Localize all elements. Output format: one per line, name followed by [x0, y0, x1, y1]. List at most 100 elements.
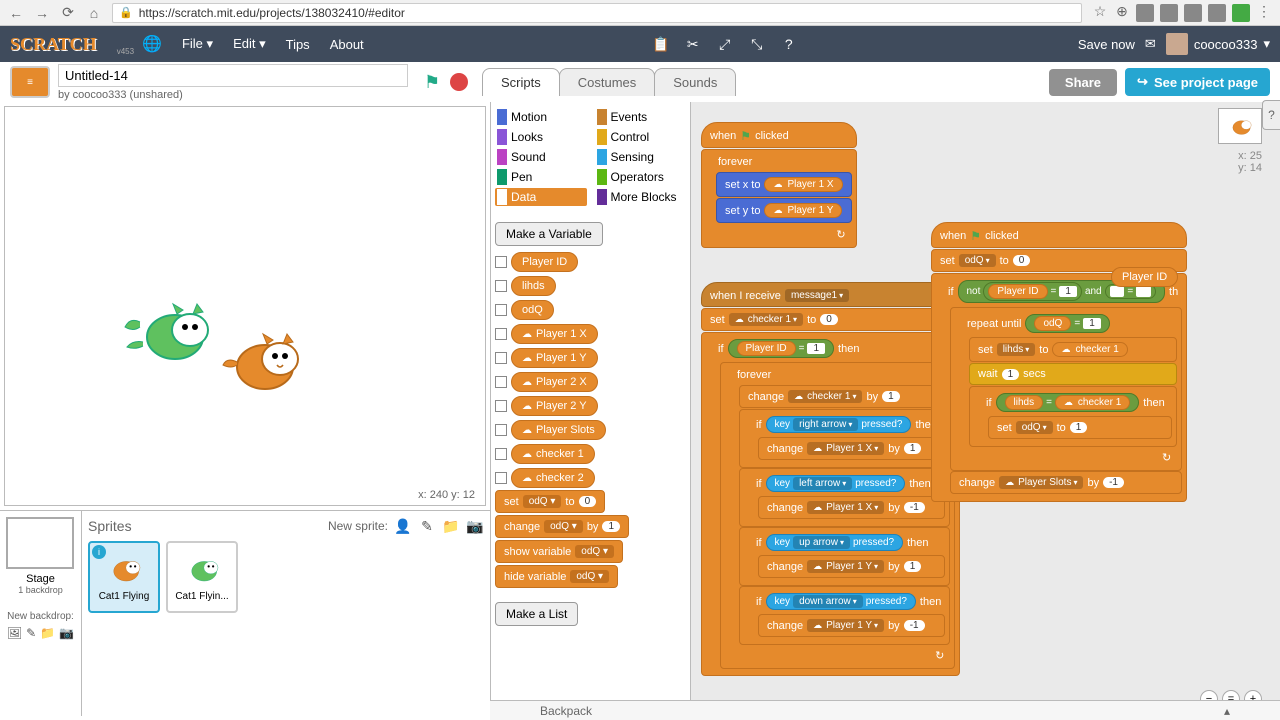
if-lihds-checker[interactable]: iflihds = checker 1then setodQ ▾to1	[969, 386, 1177, 447]
equals-condition[interactable]: Player ID = 1	[728, 339, 835, 358]
sprite-item-cat1[interactable]: i Cat1 Flying	[88, 541, 160, 613]
make-list-button[interactable]: Make a List	[495, 602, 578, 626]
forward-button[interactable]: →	[34, 5, 50, 21]
variable-pill[interactable]: Player 1 X	[511, 324, 598, 344]
category-motion[interactable]: Motion	[495, 108, 587, 126]
backdrop-library-icon[interactable]: 🖼	[7, 626, 22, 640]
variable-pill[interactable]: Player 2 X	[511, 372, 598, 392]
user-menu[interactable]: coocoo333 ▾	[1166, 33, 1270, 55]
sprite-info-icon[interactable]: i	[92, 545, 106, 559]
variable-pill[interactable]: lihds	[511, 276, 556, 296]
hat-when-flag-clicked[interactable]: when⚑clicked	[931, 222, 1187, 248]
bookmark-icon[interactable]: ⊕	[1114, 4, 1130, 20]
grow-icon[interactable]: ⤢	[715, 34, 735, 54]
hat-when-flag-clicked[interactable]: when⚑clicked	[701, 122, 857, 148]
if-up-arrow[interactable]: ifkey up arrow ▾ pressed?then changePlay…	[739, 527, 950, 586]
category-control[interactable]: Control	[595, 128, 687, 146]
variable-pill[interactable]: odQ	[511, 300, 554, 320]
language-globe-icon[interactable]: 🌐	[142, 34, 162, 54]
checkbox[interactable]	[495, 424, 507, 436]
share-button[interactable]: Share	[1049, 69, 1117, 96]
category-more[interactable]: More Blocks	[595, 188, 687, 206]
hide-var-block[interactable]: hide variableodQ ▾	[495, 565, 618, 588]
checkbox[interactable]	[495, 304, 507, 316]
change-checker-block[interactable]: changechecker 1 ▾by1	[739, 385, 950, 408]
sprite-paint-icon[interactable]: ✎	[418, 517, 436, 535]
show-var-block[interactable]: show variableodQ ▾	[495, 540, 623, 563]
menu-tips[interactable]: Tips	[278, 33, 318, 56]
stage-thumb[interactable]	[6, 517, 74, 569]
variable-pill[interactable]: Player 1 Y	[511, 348, 598, 368]
extension-icon[interactable]	[1160, 4, 1178, 22]
tab-scripts[interactable]: Scripts	[482, 68, 560, 96]
menu-file[interactable]: File ▾	[174, 32, 221, 56]
category-operators[interactable]: Operators	[595, 168, 687, 186]
variable-pill[interactable]: Player ID	[511, 252, 578, 272]
tab-sounds[interactable]: Sounds	[654, 68, 736, 96]
category-events[interactable]: Events	[595, 108, 687, 126]
back-button[interactable]: ←	[8, 5, 24, 21]
url-bar[interactable]: 🔒 https://scratch.mit.edu/projects/13803…	[112, 3, 1082, 23]
project-thumb-icon[interactable]: ≡	[10, 66, 50, 98]
tab-costumes[interactable]: Costumes	[559, 68, 656, 96]
help-icon[interactable]: ?	[779, 34, 799, 54]
category-pen[interactable]: Pen	[495, 168, 587, 186]
hat-when-receive[interactable]: when I receivemessage1 ▾	[701, 282, 960, 307]
stamp-icon[interactable]: 📋	[651, 34, 671, 54]
forever-block[interactable]: forever set x toPlayer 1 X set y toPlaye…	[701, 149, 857, 248]
script-stack-1[interactable]: when⚑clicked forever set x toPlayer 1 X …	[701, 122, 857, 248]
save-now[interactable]: Save now	[1078, 37, 1135, 52]
scissors-icon[interactable]: ✂	[683, 34, 703, 54]
stop-button[interactable]	[450, 73, 468, 91]
extension-icon[interactable]	[1208, 4, 1226, 22]
floating-variable[interactable]: Player ID	[1111, 267, 1178, 287]
project-title-input[interactable]	[58, 64, 408, 87]
reload-button[interactable]: ⟳	[60, 5, 76, 21]
backdrop-upload-icon[interactable]: 📁	[40, 626, 55, 640]
extension-icon[interactable]	[1136, 4, 1154, 22]
category-looks[interactable]: Looks	[495, 128, 587, 146]
wait-block[interactable]: wait1secs	[969, 363, 1177, 385]
home-button[interactable]: ⌂	[86, 5, 102, 21]
checkbox[interactable]	[495, 328, 507, 340]
sprite-cat-orange[interactable]	[205, 317, 315, 412]
if-not-and-block[interactable]: if not Player ID = 1 and = th repeat unt…	[931, 273, 1187, 502]
category-sensing[interactable]: Sensing	[595, 148, 687, 166]
make-variable-button[interactable]: Make a Variable	[495, 222, 603, 246]
sprite-upload-icon[interactable]: 📁	[442, 517, 460, 535]
shrink-icon[interactable]: ⤡	[747, 34, 767, 54]
stage[interactable]: x: 240 y: 12	[4, 106, 486, 506]
stage-selector[interactable]: Stage 1 backdrop New backdrop: 🖼 ✎ 📁 📷	[0, 511, 82, 716]
category-sound[interactable]: Sound	[495, 148, 587, 166]
if-left-arrow[interactable]: ifkey left arrow ▾ pressed?then changePl…	[739, 468, 950, 527]
checkbox[interactable]	[495, 400, 507, 412]
checkbox[interactable]	[495, 256, 507, 268]
sprite-library-icon[interactable]: 👤	[394, 517, 412, 535]
backdrop-paint-icon[interactable]: ✎	[26, 626, 36, 640]
variable-pill[interactable]: Player 2 Y	[511, 396, 598, 416]
variable-pill[interactable]: checker 1	[511, 444, 595, 464]
set-x-block[interactable]: set x toPlayer 1 X	[716, 172, 852, 197]
extension-icon[interactable]	[1232, 4, 1250, 22]
help-tab[interactable]: ?	[1262, 100, 1280, 130]
if-down-arrow[interactable]: ifkey down arrow ▾ pressed?then changePl…	[739, 586, 950, 645]
category-data[interactable]: Data	[495, 188, 587, 206]
checkbox[interactable]	[495, 376, 507, 388]
checkbox[interactable]	[495, 472, 507, 484]
scratch-logo[interactable]: SCRATCH	[10, 34, 97, 55]
sprite-camera-icon[interactable]: 📷	[466, 517, 484, 535]
set-var-block[interactable]: setodQ ▾to0	[495, 490, 605, 513]
see-project-page-button[interactable]: ↪ See project page	[1125, 68, 1270, 96]
variable-pill[interactable]: Player Slots	[511, 420, 606, 440]
change-player-slots[interactable]: changePlayer Slots ▾by-1	[950, 471, 1182, 494]
menu-icon[interactable]: ⋮	[1256, 4, 1272, 20]
mail-icon[interactable]: ✉	[1145, 36, 1156, 52]
checkbox[interactable]	[495, 352, 507, 364]
checkbox[interactable]	[495, 448, 507, 460]
backdrop-camera-icon[interactable]: 📷	[59, 626, 74, 640]
set-y-block[interactable]: set y toPlayer 1 Y	[716, 198, 852, 223]
scripts-area[interactable]: x: 25y: 14 when⚑clicked forever set x to…	[690, 102, 1280, 716]
set-checker1-block[interactable]: setchecker 1 ▾to0	[701, 308, 960, 331]
if-right-arrow[interactable]: ifkey right arrow ▾ pressed?then changeP…	[739, 409, 950, 468]
backpack-bar[interactable]: Backpack ▴	[490, 700, 1280, 720]
